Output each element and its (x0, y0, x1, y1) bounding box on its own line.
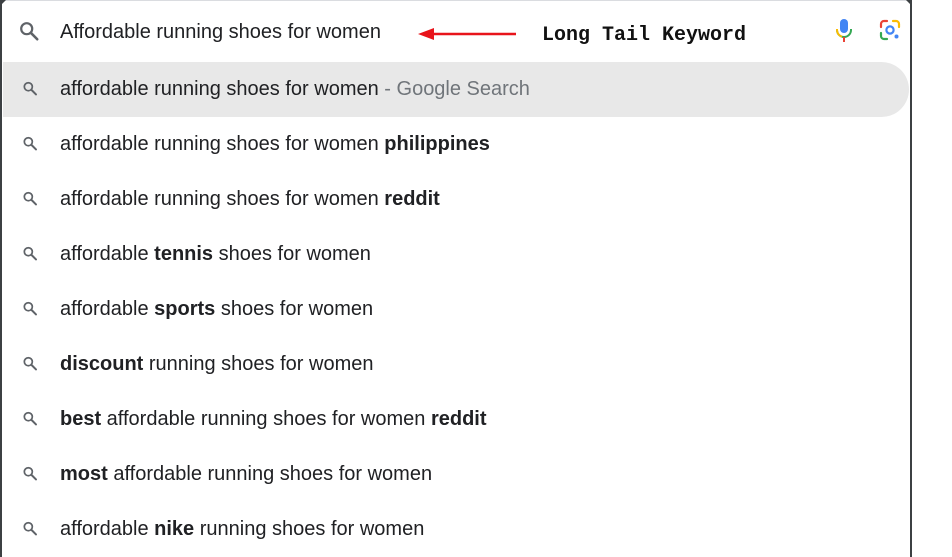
suggestion-item[interactable]: affordable running shoes for women phili… (0, 117, 912, 172)
suggestion-text: most affordable running shoes for women (60, 463, 432, 486)
suggestion-term: shoes for women (213, 243, 371, 265)
suggestion-bold-term: discount (60, 353, 144, 375)
suggestion-item[interactable]: most affordable running shoes for women (0, 447, 912, 502)
microphone-icon[interactable] (834, 18, 854, 44)
suggestion-bold-term: reddit (384, 188, 440, 210)
suggestion-text: affordable sports shoes for women (60, 298, 373, 321)
search-input[interactable] (60, 18, 400, 46)
suggestion-item[interactable]: affordable nike running shoes for women (0, 502, 912, 557)
suggestion-term: affordable running shoes for women (107, 463, 433, 485)
search-icon (22, 245, 38, 261)
suggestion-bold-term: reddit (430, 408, 487, 430)
suggestion-text: affordable nike running shoes for women (60, 518, 424, 541)
suggestion-bold-term: tennis (154, 243, 214, 265)
suggestion-term: affordable running shoes for women (60, 188, 385, 210)
suggestion-term: shoes for women (215, 298, 374, 320)
suggestion-bold-term: most (60, 463, 108, 485)
suggestion-item[interactable]: affordable tennis shoes for women (0, 227, 912, 282)
search-icon (22, 410, 38, 426)
suggestion-term: affordable running shoes for women (60, 78, 379, 100)
suggestion-term: affordable running shoes for women (101, 408, 431, 430)
annotation-arrow (418, 28, 516, 40)
search-icon (22, 300, 38, 316)
suggestion-bold-term: sports (154, 298, 216, 320)
suggestion-item[interactable]: affordable running shoes for women reddi… (0, 172, 912, 227)
suggestion-text: affordable running shoes for women - Goo… (60, 78, 530, 101)
search-icon (22, 355, 38, 371)
suggestion-term: running shoes for women (143, 353, 374, 375)
search-icon (22, 520, 38, 536)
suggestion-term: running shoes for women (194, 518, 425, 540)
suggestion-item[interactable]: best affordable running shoes for women … (0, 392, 912, 447)
search-icon (20, 22, 39, 41)
suggestion-item[interactable]: affordable sports shoes for women (0, 282, 912, 337)
suggestion-term: affordable (60, 298, 155, 320)
suggestion-bold-term: philippines (384, 133, 490, 155)
suggestion-text: discount running shoes for women (60, 353, 373, 376)
annotation-label: Long Tail Keyword (542, 24, 747, 47)
search-icon (22, 135, 38, 151)
suggestion-text: affordable running shoes for women reddi… (60, 188, 440, 211)
search-icon (22, 190, 38, 206)
suggestion-suffix: - Google Search (378, 78, 530, 100)
suggestion-bold-term: best (60, 408, 102, 430)
google-lens-icon[interactable] (878, 18, 902, 42)
suggestion-text: affordable running shoes for women phili… (60, 133, 490, 156)
suggestion-item[interactable]: discount running shoes for women (0, 337, 912, 392)
suggestion-list: affordable running shoes for women - Goo… (0, 62, 912, 557)
search-icon (22, 465, 38, 481)
suggestion-text: best affordable running shoes for women … (60, 408, 487, 431)
suggestion-item[interactable]: affordable running shoes for women - Goo… (3, 62, 909, 117)
suggestion-term: affordable (60, 518, 155, 540)
suggestion-bold-term: nike (154, 518, 195, 540)
suggestion-term: affordable (60, 243, 155, 265)
suggestion-text: affordable tennis shoes for women (60, 243, 371, 266)
search-icon (22, 80, 38, 96)
search-bar: Long Tail Keyword (0, 0, 912, 62)
suggestion-term: affordable running shoes for women (60, 133, 385, 155)
